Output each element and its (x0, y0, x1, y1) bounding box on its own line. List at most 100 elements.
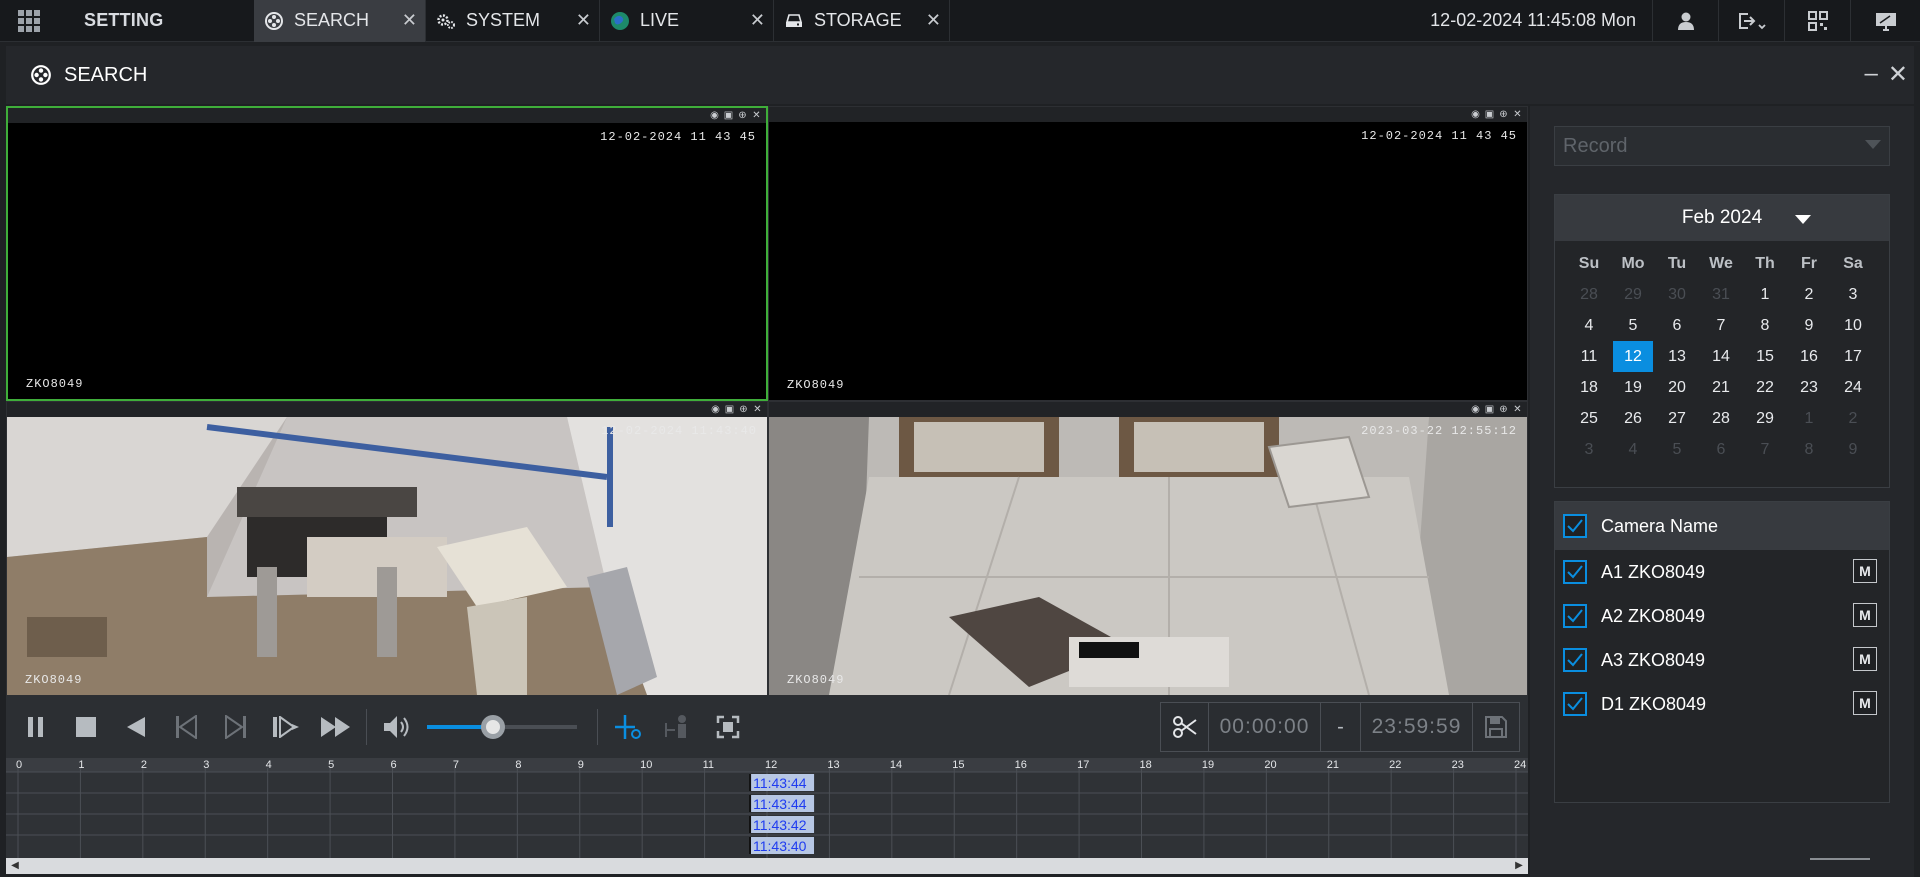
calendar-day[interactable]: 5 (1611, 310, 1655, 341)
calendar-day[interactable]: 8 (1743, 310, 1787, 341)
select-all-checkbox[interactable] (1563, 514, 1587, 538)
tab-system[interactable]: SYSTEM ✕ (426, 0, 600, 42)
smart-search-button[interactable] (608, 707, 648, 747)
calendar-day[interactable]: 1 (1743, 279, 1787, 310)
scroll-left-arrow[interactable]: ◀ (8, 859, 22, 873)
eye-icon[interactable]: ◉ (710, 404, 721, 415)
calendar-day[interactable]: 18 (1567, 372, 1611, 403)
calendar-day[interactable]: 6 (1655, 310, 1699, 341)
snapshot-icon[interactable]: ▣ (1484, 404, 1495, 415)
clip-start-time[interactable]: 00:00:00 (1209, 703, 1321, 751)
calendar-day[interactable]: 15 (1743, 341, 1787, 372)
camera-mode-button[interactable]: M (1853, 647, 1877, 671)
calendar-day[interactable]: 28 (1699, 403, 1743, 434)
calendar-day[interactable]: 25 (1567, 403, 1611, 434)
tab-search[interactable]: SEARCH ✕ (254, 0, 426, 42)
pause-button[interactable] (16, 707, 56, 747)
tab-storage[interactable]: STORAGE ✕ (774, 0, 950, 42)
calendar-day[interactable]: 27 (1655, 403, 1699, 434)
tab-system-close-icon[interactable]: ✕ (576, 10, 591, 31)
zoom-icon[interactable]: ⊕ (1498, 109, 1509, 120)
calendar-day[interactable]: 8 (1787, 434, 1831, 465)
slow-play-button[interactable] (266, 707, 306, 747)
volume-slider[interactable] (427, 715, 577, 739)
calendar-day[interactable]: 29 (1743, 403, 1787, 434)
calendar-day[interactable]: 7 (1699, 310, 1743, 341)
camera-row[interactable]: A3 ZKO8049 M (1555, 638, 1889, 682)
video-cell-4[interactable]: ◉ ▣ ⊕ ✕ 2023-03-22 12:55:12 ZKO8049 (768, 401, 1528, 696)
close-icon[interactable]: ✕ (1512, 109, 1523, 120)
minimize-button[interactable]: – (1865, 60, 1878, 89)
timeline-chart[interactable]: 0 1 2 3 4 5 6 7 8 9 10 11 12 13 14 15 16 17 18 19 20 21 22 23 24… (6, 758, 1528, 858)
calendar-day[interactable]: 9 (1787, 310, 1831, 341)
reverse-play-button[interactable] (116, 707, 156, 747)
tab-storage-close-icon[interactable]: ✕ (926, 10, 941, 31)
clip-button[interactable] (1161, 703, 1209, 751)
camera-row[interactable]: A1 ZKO8049 M (1555, 550, 1889, 594)
calendar-header[interactable]: Feb 2024 (1555, 195, 1889, 241)
calendar-day[interactable]: 29 (1611, 279, 1655, 310)
calendar-day[interactable]: 6 (1699, 434, 1743, 465)
calendar-day[interactable]: 13 (1655, 341, 1699, 372)
camera-checkbox[interactable] (1563, 648, 1587, 672)
calendar-day[interactable]: 23 (1787, 372, 1831, 403)
zoom-icon[interactable]: ⊕ (737, 110, 748, 121)
list-view-icon[interactable] (1810, 858, 1870, 877)
calendar-day[interactable]: 1 (1787, 403, 1831, 434)
next-frame-button[interactable] (216, 707, 256, 747)
grid-menu-button[interactable] (0, 0, 58, 42)
stop-button[interactable] (66, 707, 106, 747)
logout-button[interactable] (1718, 0, 1784, 42)
calendar-day[interactable]: 30 (1655, 279, 1699, 310)
monitor-button[interactable] (1850, 0, 1920, 42)
calendar-day[interactable]: 2 (1831, 403, 1875, 434)
camera-row[interactable]: D1 ZKO8049 M (1555, 682, 1889, 726)
calendar-day[interactable]: 17 (1831, 341, 1875, 372)
save-clip-button[interactable] (1473, 703, 1519, 751)
volume-button[interactable] (377, 707, 417, 747)
snapshot-icon[interactable]: ▣ (724, 404, 735, 415)
volume-knob[interactable] (481, 715, 505, 739)
camera-mode-button[interactable]: M (1853, 603, 1877, 627)
fullscreen-button[interactable] (708, 707, 748, 747)
calendar-day[interactable]: 2 (1787, 279, 1831, 310)
calendar-day[interactable]: 19 (1611, 372, 1655, 403)
camera-row[interactable]: A2 ZKO8049 M (1555, 594, 1889, 638)
snapshot-icon[interactable]: ▣ (723, 110, 734, 121)
calendar-day[interactable]: 3 (1831, 279, 1875, 310)
snapshot-icon[interactable]: ▣ (1484, 109, 1495, 120)
zoom-icon[interactable]: ⊕ (738, 404, 749, 415)
calendar-day[interactable]: 7 (1743, 434, 1787, 465)
user-button[interactable] (1652, 0, 1718, 42)
human-detect-button[interactable] (658, 707, 698, 747)
calendar-day[interactable]: 4 (1611, 434, 1655, 465)
calendar-day[interactable]: 24 (1831, 372, 1875, 403)
video-cell-3[interactable]: ◉ ▣ ⊕ ✕ 12-02-2024 11:43:40 ZKO8049 (6, 401, 768, 696)
playback-timeline[interactable]: 0 1 2 3 4 5 6 7 8 9 10 11 12 13 14 15 16 17 18 19 20 21 22 23 24… (6, 758, 1528, 858)
camera-mode-button[interactable]: M (1853, 691, 1877, 715)
close-window-button[interactable]: ✕ (1888, 60, 1908, 89)
video-cell-2[interactable]: ◉ ▣ ⊕ ✕ 12-02-2024 11 43 45 ZKO8049 (768, 106, 1528, 401)
fast-forward-button[interactable] (316, 707, 356, 747)
calendar-day[interactable]: 9 (1831, 434, 1875, 465)
eye-icon[interactable]: ◉ (709, 110, 720, 121)
calendar-day[interactable]: 14 (1699, 341, 1743, 372)
tab-live-close-icon[interactable]: ✕ (750, 10, 765, 31)
calendar-day-selected[interactable]: 12 (1613, 341, 1653, 372)
calendar-day[interactable]: 21 (1699, 372, 1743, 403)
calendar-day[interactable]: 26 (1611, 403, 1655, 434)
camera-checkbox[interactable] (1563, 560, 1587, 584)
camera-checkbox[interactable] (1563, 604, 1587, 628)
close-icon[interactable]: ✕ (752, 404, 763, 415)
calendar-day[interactable]: 3 (1567, 434, 1611, 465)
tab-search-close-icon[interactable]: ✕ (402, 10, 417, 31)
calendar-day[interactable]: 10 (1831, 310, 1875, 341)
calendar-day[interactable]: 22 (1743, 372, 1787, 403)
calendar-day[interactable]: 5 (1655, 434, 1699, 465)
tab-live[interactable]: LIVE ✕ (600, 0, 774, 42)
scroll-right-arrow[interactable]: ▶ (1512, 859, 1526, 873)
record-type-select[interactable]: Record (1554, 126, 1890, 166)
calendar-day[interactable]: 11 (1567, 341, 1611, 372)
previous-frame-button[interactable] (166, 707, 206, 747)
camera-checkbox[interactable] (1563, 692, 1587, 716)
